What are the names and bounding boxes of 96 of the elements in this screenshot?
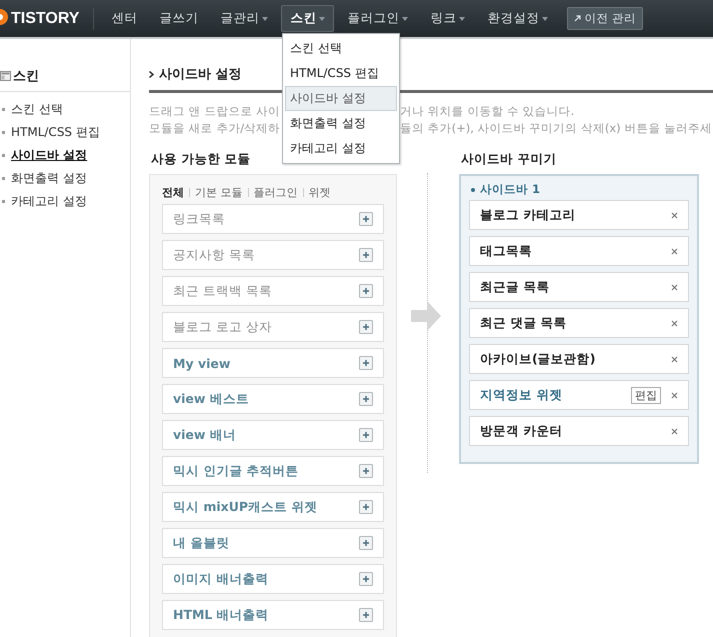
nav-menu-item[interactable]: 글쓰기 bbox=[150, 5, 208, 32]
module-name: 지역정보 위젯 bbox=[480, 386, 564, 404]
description-text: 듈의 추가(+), 사이드바 꾸미기의 삭제(x) 버튼을 눌러주세 bbox=[400, 120, 712, 137]
right-arrow-icon bbox=[411, 301, 441, 331]
bullet-icon bbox=[2, 200, 5, 203]
module-name: view 배너 bbox=[173, 426, 236, 444]
module-name: 태그목록 bbox=[480, 242, 533, 260]
nav-menu-item[interactable]: 스킨 bbox=[281, 5, 334, 32]
add-icon[interactable] bbox=[359, 464, 373, 478]
module-item[interactable]: 내 올블릿 bbox=[162, 528, 384, 558]
add-icon[interactable] bbox=[359, 428, 373, 442]
page-title: 사이드바 설정 bbox=[159, 66, 242, 83]
module-item[interactable]: 믹시 mixUP캐스트 위젯 bbox=[162, 492, 384, 522]
close-icon[interactable] bbox=[671, 248, 678, 254]
sidebar-link[interactable]: 스킨 선택 bbox=[11, 101, 63, 118]
module-name: 링크목록 bbox=[173, 210, 225, 228]
dropdown-item[interactable]: 화면출력 설정 bbox=[285, 111, 397, 136]
dropdown-item[interactable]: HTML/CSS 편집 bbox=[285, 61, 397, 86]
module-name: 최근 댓글 목록 bbox=[480, 314, 568, 332]
add-icon[interactable] bbox=[359, 500, 373, 514]
layout-icon bbox=[0, 71, 11, 81]
bullet-icon bbox=[2, 154, 5, 157]
sidebar-group-title: 사이드바 1 bbox=[480, 182, 540, 197]
filter-tab[interactable]: 위젯 bbox=[308, 185, 330, 200]
add-icon[interactable] bbox=[359, 284, 373, 298]
nav-menu-item[interactable]: 링크 bbox=[421, 5, 474, 32]
module-name: HTML 배너출력 bbox=[173, 606, 269, 624]
chevron-icon bbox=[149, 70, 154, 78]
sidebar-link[interactable]: 카테고리 설정 bbox=[11, 193, 87, 210]
dropdown-item[interactable]: 스킨 선택 bbox=[285, 36, 397, 61]
nav-menu-item[interactable]: 글관리 bbox=[211, 5, 278, 32]
description-text: 거나 위치를 이동할 수 있습니다. bbox=[400, 103, 574, 120]
add-icon[interactable] bbox=[359, 572, 373, 586]
sidebar-module-item[interactable]: 지역정보 위젯 편집 bbox=[469, 380, 689, 410]
add-icon[interactable] bbox=[359, 356, 373, 370]
module-item[interactable]: HTML 배너출력 bbox=[162, 600, 384, 630]
module-item[interactable]: My view bbox=[162, 348, 384, 378]
module-item[interactable]: view 베스트 bbox=[162, 384, 384, 414]
module-name: 최근글 목록 bbox=[480, 278, 550, 296]
logo[interactable]: TISTORY bbox=[11, 10, 80, 28]
module-name: 믹시 인기글 추적버튼 bbox=[173, 462, 299, 480]
sidebar-module-item[interactable]: 방문객 카운터 bbox=[469, 416, 689, 446]
description-text: 모듈을 새로 추가/삭제하 bbox=[149, 120, 282, 137]
description-text: 드래그 앤 드랍으로 사이 bbox=[149, 103, 281, 120]
sidebar-link[interactable]: 화면출력 설정 bbox=[11, 170, 87, 187]
bullet-icon bbox=[471, 188, 475, 192]
filter-tab[interactable]: 플러그인 bbox=[254, 185, 298, 200]
arrow-icon bbox=[574, 15, 582, 22]
nav-menu-item[interactable]: 센터 bbox=[102, 5, 146, 32]
close-icon[interactable] bbox=[671, 392, 678, 398]
close-icon[interactable] bbox=[671, 284, 678, 290]
filter-tab[interactable]: 기본 모듈 bbox=[195, 185, 242, 200]
edit-button[interactable]: 편집 bbox=[631, 386, 661, 404]
module-name: 블로그 카테고리 bbox=[480, 206, 576, 224]
add-icon[interactable] bbox=[359, 212, 373, 226]
close-icon[interactable] bbox=[671, 356, 678, 362]
module-item[interactable]: 믹시 인기글 추적버튼 bbox=[162, 456, 384, 486]
sidebar-link[interactable]: HTML/CSS 편집 bbox=[11, 124, 100, 141]
add-icon[interactable] bbox=[359, 248, 373, 262]
sidebar-module-item[interactable]: 블로그 카테고리 bbox=[469, 200, 689, 230]
module-name: 공지사항 목록 bbox=[173, 246, 255, 264]
module-name: view 베스트 bbox=[173, 390, 249, 408]
add-icon[interactable] bbox=[359, 608, 373, 622]
add-icon[interactable] bbox=[359, 320, 373, 334]
section-title: 사용 가능한 모듈 bbox=[150, 151, 252, 168]
module-item[interactable]: 이미지 배너출력 bbox=[162, 564, 384, 594]
section-title: 사이드바 꾸미기 bbox=[460, 151, 558, 168]
dropdown-item[interactable]: 사이드바 설정 bbox=[285, 86, 397, 111]
legacy-admin-button[interactable]: 이전 관리 bbox=[567, 7, 644, 30]
module-name: 믹시 mixUP캐스트 위젯 bbox=[173, 498, 318, 516]
module-name: 최근 트랙백 목록 bbox=[173, 282, 272, 300]
bullet-icon bbox=[2, 131, 5, 134]
sidebar-module-item[interactable]: 최근글 목록 bbox=[469, 272, 689, 302]
sidebar-module-item[interactable]: 아카이브(글보관함) bbox=[469, 344, 689, 374]
module-name: 아카이브(글보관함) bbox=[480, 350, 596, 368]
module-name: 블로그 로고 상자 bbox=[173, 318, 272, 336]
bullet-icon bbox=[2, 108, 5, 111]
close-icon[interactable] bbox=[671, 320, 678, 326]
module-name: 방문객 카운터 bbox=[480, 422, 564, 440]
nav-menu-item[interactable]: 플러그인 bbox=[338, 5, 418, 32]
module-item[interactable]: view 배너 bbox=[162, 420, 384, 450]
sidebar-module-item[interactable]: 최근 댓글 목록 bbox=[469, 308, 689, 338]
module-name: 내 올블릿 bbox=[173, 534, 230, 552]
add-icon[interactable] bbox=[359, 536, 373, 550]
nav-menu-item[interactable]: 환경설정 bbox=[478, 5, 558, 32]
sidebar-link[interactable]: 사이드바 설정 bbox=[11, 147, 88, 164]
bullet-icon bbox=[2, 177, 5, 180]
module-name: 이미지 배너출력 bbox=[173, 570, 268, 588]
module-name: My view bbox=[173, 356, 230, 370]
filter-tab[interactable]: 전체 bbox=[162, 185, 184, 200]
sidebar-module-item[interactable]: 태그목록 bbox=[469, 236, 689, 266]
close-icon[interactable] bbox=[671, 212, 678, 218]
sidebar-title: 스킨 bbox=[13, 68, 39, 85]
add-icon[interactable] bbox=[359, 392, 373, 406]
dropdown-item[interactable]: 카테고리 설정 bbox=[285, 136, 397, 161]
close-icon[interactable] bbox=[671, 428, 678, 434]
